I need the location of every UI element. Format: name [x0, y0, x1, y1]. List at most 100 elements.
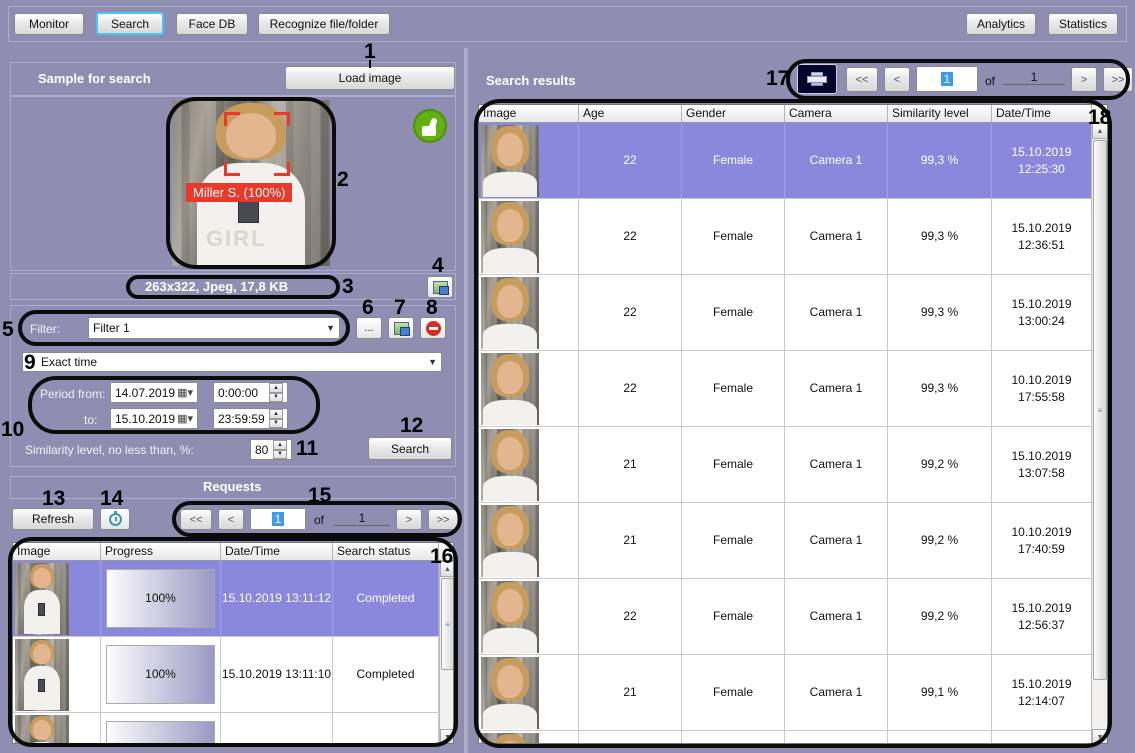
- time-spinner[interactable]: ▲ ▼: [269, 409, 283, 428]
- face-bracket-top-right: [274, 112, 290, 126]
- requests-table-row[interactable]: 100% 15.10.2019 13:11:10 Completed: [13, 637, 439, 713]
- results-col-image[interactable]: Image: [479, 105, 579, 122]
- requests-table-body: 100% 15.10.2019 13:11:12 Completed 100% 15.1…: [13, 561, 439, 743]
- load-image-button[interactable]: Load image: [285, 66, 455, 90]
- period-from-time[interactable]: 0:00:00 ▲ ▼: [213, 382, 288, 403]
- results-camera-cell: Camera 1: [785, 579, 888, 654]
- filter-more-button[interactable]: ...: [356, 317, 382, 339]
- results-camera-cell: Camera 1: [785, 199, 888, 274]
- requests-progress-cell: 100%: [101, 561, 221, 636]
- requests-table-header: Image Progress Date/Time Search status: [13, 543, 453, 561]
- results-table-row[interactable]: 22 Female Camera 1 99,3 % 15.10.2019 12:25:30: [479, 123, 1092, 199]
- analytics-button[interactable]: Analytics: [966, 13, 1036, 35]
- annotation-2: 2: [337, 168, 349, 191]
- results-datetime-cell: 15.10.2019 12:36:51: [992, 199, 1092, 274]
- progress-bar: 100%: [105, 569, 216, 628]
- requests-first-page-button[interactable]: <<: [180, 509, 212, 530]
- time-spinner[interactable]: ▲ ▼: [269, 383, 283, 402]
- period-to-time[interactable]: 23:59:59 ▲ ▼: [213, 408, 288, 429]
- delete-filter-button[interactable]: [420, 317, 446, 339]
- save-filter-button[interactable]: [388, 317, 414, 339]
- progress-bar: 100%: [105, 645, 216, 704]
- results-gender-cell: Female: [682, 427, 785, 502]
- printer-icon: [807, 72, 827, 86]
- similarity-input[interactable]: 80 ▲ ▼: [250, 439, 292, 460]
- requests-col-image[interactable]: Image: [13, 543, 101, 560]
- face-thumbnail: [15, 562, 69, 635]
- results-last-page-button[interactable]: >>: [1103, 67, 1133, 92]
- statistics-button[interactable]: Statistics: [1048, 13, 1118, 35]
- results-table-row[interactable]: 21 Female Camera 1 99,1 % 15.10.2019 12:14:07: [479, 655, 1092, 731]
- progress-bar: [105, 721, 216, 743]
- minus-icon: [425, 320, 441, 336]
- results-gender-cell: Female: [682, 123, 785, 198]
- results-age-cell: 22: [579, 579, 682, 654]
- period-from-date[interactable]: 14.07.2019 ▦▾: [110, 382, 198, 403]
- period-to-date[interactable]: 15.10.2019 ▦▾: [110, 408, 198, 429]
- results-col-gender[interactable]: Gender: [682, 105, 785, 122]
- results-similarity-cell: 99,3 %: [888, 351, 992, 426]
- results-table: Image Age Gender Camera Similarity level…: [478, 104, 1108, 744]
- filter-label: Filter:: [30, 322, 60, 336]
- requests-prev-page-button[interactable]: <: [218, 509, 244, 530]
- save-image-button[interactable]: [427, 276, 453, 298]
- requests-col-datetime[interactable]: Date/Time: [221, 543, 333, 560]
- results-table-row[interactable]: 21 Female Camera 1 99,2 % 15.10.2019 13:07:58: [479, 427, 1092, 503]
- similarity-value: 80: [255, 442, 269, 457]
- results-image-cell: [479, 579, 579, 654]
- tab-monitor[interactable]: Monitor: [14, 13, 84, 35]
- filter-combobox[interactable]: Filter 1 ▼: [88, 317, 340, 339]
- thumb-face: [497, 665, 523, 699]
- thumb-shirt: [483, 628, 537, 653]
- requests-next-page-button[interactable]: >: [396, 509, 422, 530]
- auto-refresh-button[interactable]: [100, 508, 130, 530]
- results-page-input[interactable]: 1: [916, 66, 978, 92]
- results-camera-cell: Camera 1: [785, 351, 888, 426]
- print-button[interactable]: [797, 64, 837, 94]
- tab-face-db[interactable]: Face DB: [176, 13, 248, 35]
- requests-scrollbar[interactable]: ▲ ≡ ▼: [439, 561, 453, 743]
- results-table-row[interactable]: 22 Female Camera 1 99,3 % 15.10.2019 12:36:51: [479, 199, 1092, 275]
- similarity-spinner[interactable]: ▲ ▼: [273, 440, 287, 459]
- results-image-cell: [479, 351, 579, 426]
- thumb-shirt: [483, 248, 537, 273]
- results-table-row[interactable]: 22 Female Camera 1 99,3 % 15.10.2019 13:00:24: [479, 275, 1092, 351]
- panel-divider[interactable]: [464, 48, 469, 753]
- results-table-row[interactable]: 22 Female Camera 1 99,2 % 15.10.2019 12:56:37: [479, 579, 1092, 655]
- annotation-17: 17: [766, 67, 790, 90]
- results-col-datetime[interactable]: Date/Time: [992, 105, 1092, 122]
- results-table-row[interactable]: [479, 731, 1092, 743]
- requests-table-row[interactable]: [13, 713, 439, 743]
- requests-col-progress[interactable]: Progress: [101, 543, 221, 560]
- annotation-4: 4: [432, 254, 444, 277]
- results-first-page-button[interactable]: <<: [846, 67, 878, 92]
- results-similarity-cell: 99,3 %: [888, 123, 992, 198]
- filter-value: Filter 1: [93, 321, 130, 335]
- thumb-face: [497, 589, 523, 623]
- requests-last-page-button[interactable]: >>: [428, 509, 458, 530]
- results-age-cell: 22: [579, 275, 682, 350]
- annotation-14: 14: [100, 487, 124, 510]
- tab-search[interactable]: Search: [96, 12, 164, 35]
- refresh-button[interactable]: Refresh: [12, 508, 94, 530]
- search-button[interactable]: Search: [368, 437, 452, 460]
- results-next-page-button[interactable]: >: [1071, 67, 1097, 92]
- sample-title: Sample for search: [38, 71, 151, 86]
- results-prev-page-button[interactable]: <: [884, 67, 910, 92]
- results-table-row[interactable]: 21 Female Camera 1 99,2 % 10.10.2019 17:40:59: [479, 503, 1092, 579]
- results-col-camera[interactable]: Camera: [785, 105, 888, 122]
- tab-recognize-file-folder[interactable]: Recognize file/folder: [258, 13, 390, 35]
- requests-page-input[interactable]: 1: [250, 508, 306, 530]
- results-scrollbar[interactable]: ▲ ≡ ▼: [1091, 123, 1107, 743]
- results-col-age[interactable]: Age: [579, 105, 682, 122]
- thumb-face: [497, 209, 523, 243]
- requests-page-value: 1: [271, 512, 285, 526]
- requests-col-status[interactable]: Search status: [333, 543, 439, 560]
- thumb-face: [497, 361, 523, 395]
- thumb-face: [33, 644, 51, 664]
- shirt-text: GIRL: [206, 226, 267, 251]
- requests-table-row[interactable]: 100% 15.10.2019 13:11:12 Completed: [13, 561, 439, 637]
- results-table-row[interactable]: 22 Female Camera 1 99,3 % 10.10.2019 17:55:58: [479, 351, 1092, 427]
- time-mode-combobox[interactable]: Exact time ▼: [22, 352, 442, 372]
- results-col-similarity[interactable]: Similarity level: [888, 105, 992, 122]
